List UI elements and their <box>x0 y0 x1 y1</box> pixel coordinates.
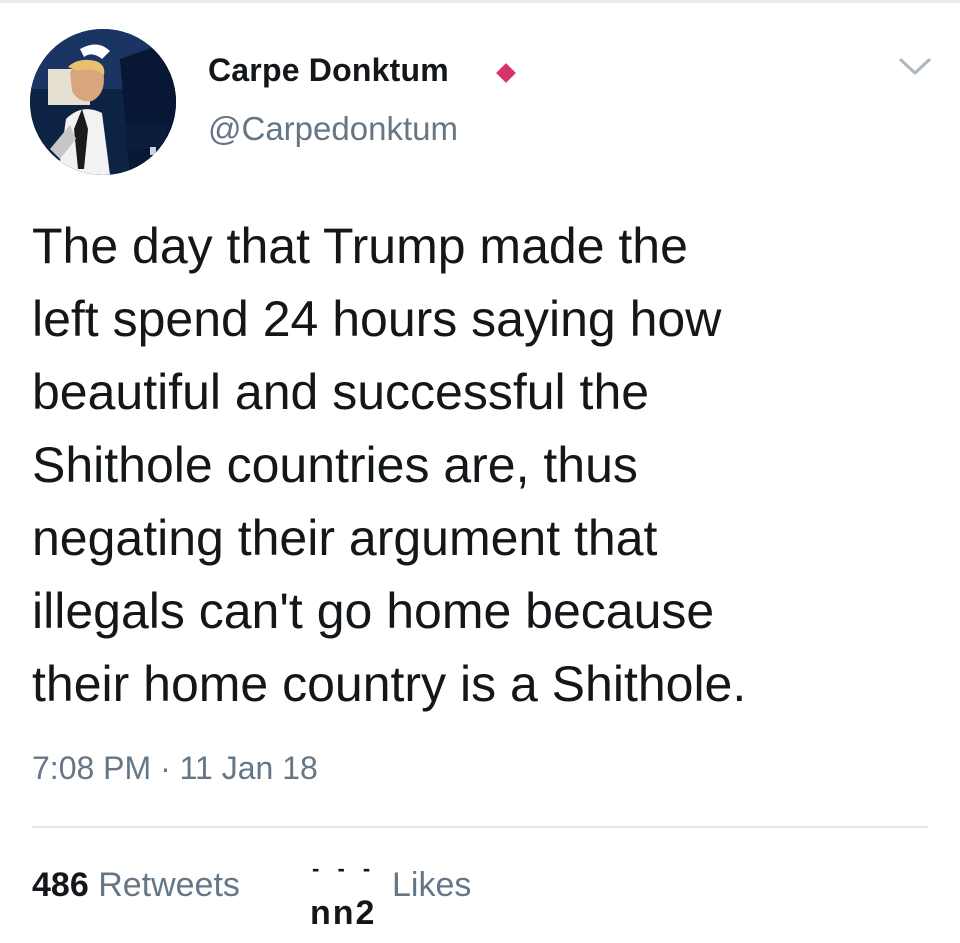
tweet-timestamp[interactable]: 7:08 PM · 11 Jan 18 <box>32 750 318 787</box>
retweets-count: 486 <box>32 866 89 904</box>
tweet-line: beautiful and successful the <box>32 364 650 420</box>
tweet-line: negating their argument that <box>32 510 658 566</box>
divider <box>32 826 928 828</box>
tweet-line: Shithole countries are, thus <box>32 437 638 493</box>
likes-label[interactable]: Likes <box>392 866 471 905</box>
tweet-line: The day that Trump made the <box>32 218 688 274</box>
tweet-line: illegals can't go home because <box>32 583 715 639</box>
tweet-line: their home country is a Shithole. <box>32 656 747 712</box>
user-handle[interactable]: @Carpedonktum <box>208 110 458 148</box>
tweet-card: Carpe Donktum @Carpedonktum The day that… <box>0 0 960 943</box>
retweets-label: Retweets <box>98 866 240 904</box>
top-border <box>0 0 960 3</box>
chevron-down-icon[interactable] <box>898 56 932 78</box>
likes-count-fragment: - - - <box>312 856 377 881</box>
diamond-badge-icon <box>496 63 516 83</box>
retweets-stat[interactable]: 486 Retweets <box>32 866 240 905</box>
tweet-text: The day that Trump made the left spend 2… <box>32 210 932 721</box>
display-name[interactable]: Carpe Donktum <box>208 52 449 89</box>
likes-count-partial: nn2 <box>310 894 377 932</box>
avatar[interactable] <box>30 29 176 175</box>
likes-count[interactable]: - - - nn2 <box>308 846 388 943</box>
avatar-image <box>30 29 176 175</box>
tweet-line: left spend 24 hours saying how <box>32 291 722 347</box>
